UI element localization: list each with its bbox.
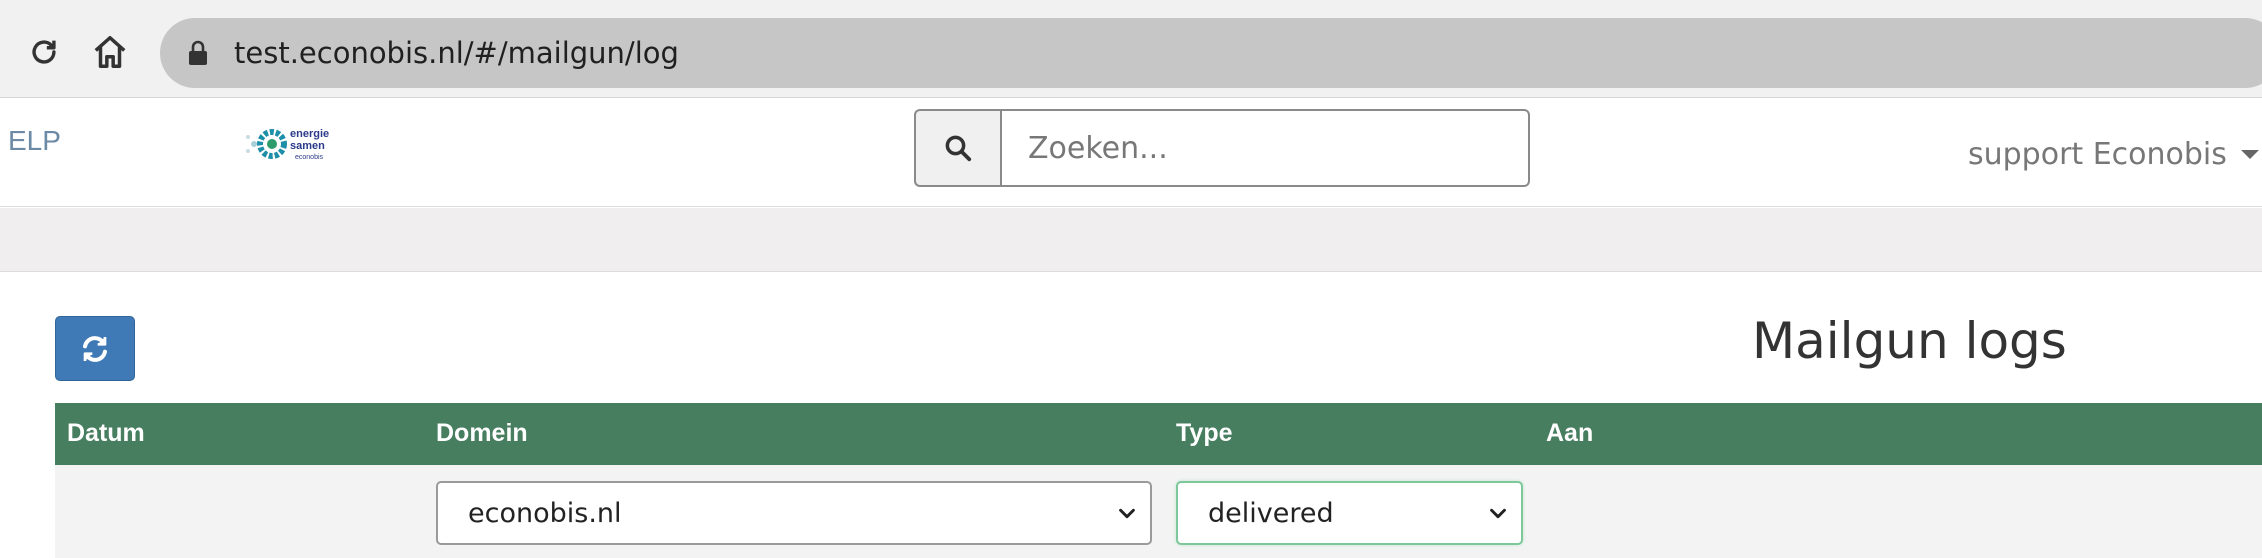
subnav-bar [0, 208, 2262, 272]
logo-text-samen: samen [290, 140, 325, 152]
type-select[interactable]: delivered [1176, 481, 1523, 545]
logo-text-econobis: econobis [295, 154, 324, 161]
home-button[interactable] [88, 30, 132, 74]
address-bar[interactable]: test.econobis.nl/#/mailgun/log [160, 18, 2262, 88]
page-title: Mailgun logs [1752, 312, 2067, 370]
column-header-datum[interactable]: Datum [67, 419, 145, 448]
filter-row: econobis.nl delivered [55, 465, 2262, 558]
reload-button[interactable] [22, 30, 66, 74]
search-button[interactable] [914, 109, 1000, 187]
home-icon [94, 36, 126, 68]
url-text: test.econobis.nl/#/mailgun/log [234, 36, 679, 70]
column-header-type[interactable]: Type [1176, 419, 1233, 448]
search-group [914, 109, 1530, 187]
chevron-down-icon [1119, 508, 1135, 519]
search-icon [945, 135, 972, 162]
app-header: ELP energie samen econobis support Econo… [0, 99, 2262, 207]
user-menu[interactable]: support Econobis [1968, 137, 2259, 172]
logo-text-energie: energie [290, 128, 329, 140]
search-input[interactable] [1000, 109, 1530, 187]
reload-icon [32, 40, 56, 64]
domain-select[interactable]: econobis.nl [436, 481, 1152, 545]
domain-select-value: econobis.nl [468, 497, 622, 529]
column-header-aan[interactable]: Aan [1546, 419, 1593, 448]
lock-icon [188, 39, 210, 67]
type-select-value: delivered [1208, 497, 1334, 529]
refresh-button[interactable] [55, 316, 135, 381]
app-name[interactable]: ELP [8, 125, 61, 157]
caret-down-icon [2240, 150, 2259, 159]
table-header: Datum Domein Type Aan [55, 403, 2262, 465]
user-name: support Econobis [1968, 137, 2227, 172]
browser-toolbar: test.econobis.nl/#/mailgun/log [0, 0, 2262, 98]
column-header-domein[interactable]: Domein [436, 419, 528, 448]
econobis-logo[interactable]: energie samen econobis [240, 123, 352, 167]
refresh-icon [83, 335, 107, 362]
chevron-down-icon [1490, 508, 1506, 519]
